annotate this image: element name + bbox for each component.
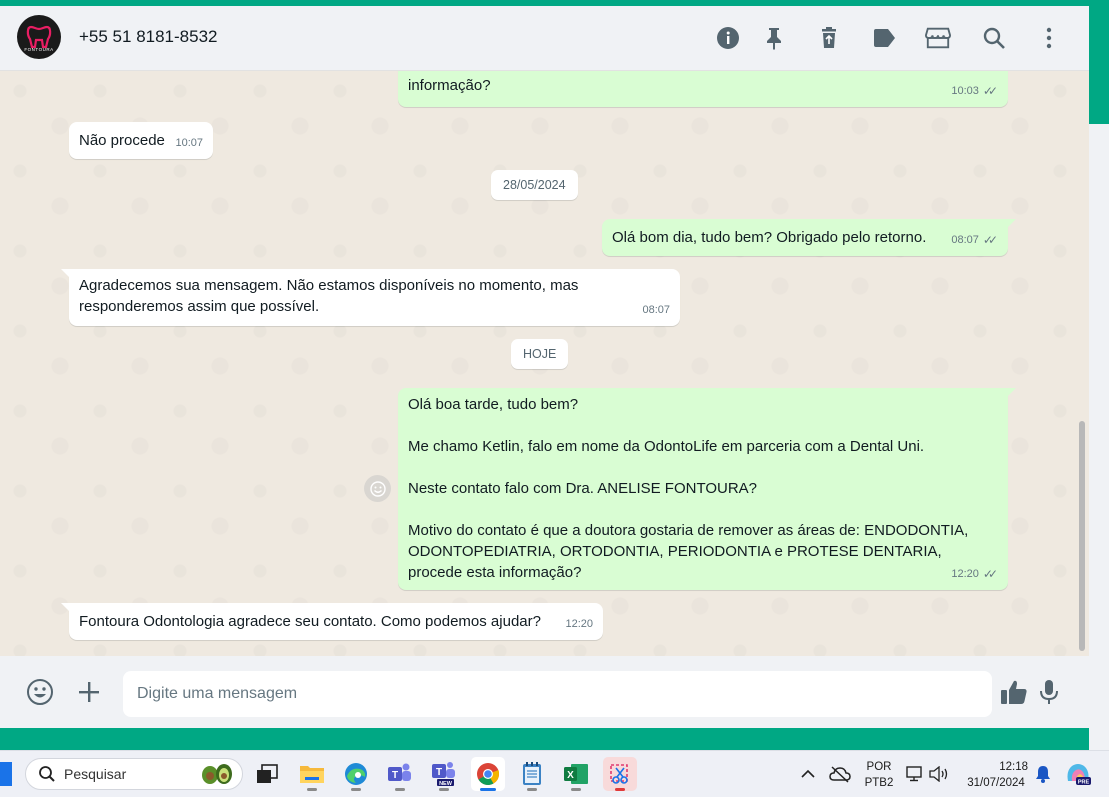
like-thumb-icon[interactable] xyxy=(1000,678,1028,706)
message-line: Motivo do contato é que a doutora gostar… xyxy=(408,522,969,581)
bubble-tail xyxy=(61,269,69,277)
reaction-emoji-icon[interactable] xyxy=(364,475,391,502)
svg-text:T: T xyxy=(436,767,442,778)
message-line: Olá boa tarde, tudo bem? xyxy=(408,396,579,413)
snipping-tool-icon[interactable] xyxy=(603,757,637,791)
teams-new-icon[interactable]: T NEW xyxy=(427,757,461,791)
taskbar-clock[interactable]: 12:18 31/07/2024 xyxy=(958,759,1034,791)
message-text: Agradecemos sua mensagem. Não estamos di… xyxy=(79,277,579,315)
message-time: 12:20 xyxy=(565,618,593,630)
message-outgoing[interactable]: Olá bom dia, tudo bem? Obrigado pelo ret… xyxy=(602,219,1016,256)
emoji-icon[interactable] xyxy=(26,678,54,706)
message-time: 10:03 ✓✓ xyxy=(951,81,998,102)
keyboard-layout: PTB2 xyxy=(864,777,894,789)
date-separator: 28/05/2024 xyxy=(491,170,578,200)
search-icon xyxy=(39,766,55,782)
pin-icon[interactable] xyxy=(761,25,787,51)
file-explorer-icon[interactable] xyxy=(295,757,329,791)
chrome-icon[interactable] xyxy=(471,757,505,791)
volume-icon[interactable] xyxy=(927,757,951,791)
svg-text:X: X xyxy=(567,770,574,781)
catalog-store-icon[interactable] xyxy=(925,25,951,51)
chat-scrollbar[interactable] xyxy=(1079,421,1085,651)
bubble-tail xyxy=(1008,219,1016,227)
read-ticks-icon: ✓✓ xyxy=(982,84,998,98)
edge-icon[interactable] xyxy=(339,757,373,791)
info-icon[interactable] xyxy=(715,25,741,51)
taskbar-search[interactable]: Pesquisar xyxy=(25,758,243,790)
window-edge-accent xyxy=(1089,6,1109,124)
message-incoming[interactable]: Fontoura Odontologia agradece seu contat… xyxy=(61,603,603,640)
message-text: Olá bom dia, tudo bem? Obrigado pelo ret… xyxy=(612,229,927,246)
message-text: Fontoura Odontologia agradece seu contat… xyxy=(79,613,541,630)
teams-icon[interactable]: T xyxy=(383,757,417,791)
search-icon[interactable] xyxy=(981,25,1007,51)
message-time: 08:07 ✓✓ xyxy=(951,230,998,251)
avatar-text: FONTOURA xyxy=(24,46,54,52)
onedrive-offline-icon[interactable] xyxy=(826,757,854,791)
windows-taskbar: Pesquisar T T NEW X POR PTB2 12:18 31/07… xyxy=(0,750,1109,797)
avocado-search-highlight-icon xyxy=(202,764,232,784)
message-outgoing[interactable]: Olá boa tarde, tudo bem? Me chamo Ketlin… xyxy=(398,388,1016,590)
message-time: 10:07 xyxy=(175,137,203,149)
search-label: Pesquisar xyxy=(64,766,127,782)
bubble-tail xyxy=(1008,388,1016,396)
notification-bell-icon[interactable] xyxy=(1032,757,1054,791)
window-edge xyxy=(1089,124,1109,750)
message-incoming[interactable]: Não procede 10:07 xyxy=(69,122,213,159)
copilot-pre-badge: PRE xyxy=(1078,780,1090,786)
chat-header: FONTOURA +55 51 8181-8532 xyxy=(0,6,1089,71)
chat-messages-area[interactable]: informação? 10:03 ✓✓ Não procede 10:07 28… xyxy=(0,71,1089,656)
network-monitor-icon[interactable] xyxy=(904,757,926,791)
message-time: 12:20 ✓✓ xyxy=(951,564,998,585)
menu-dots-icon[interactable] xyxy=(1036,25,1062,51)
clock-date: 31/07/2024 xyxy=(967,777,1025,789)
contact-name[interactable]: +55 51 8181-8532 xyxy=(79,27,218,47)
message-text: informação? xyxy=(408,77,491,94)
message-input[interactable] xyxy=(123,671,992,717)
read-ticks-icon: ✓✓ xyxy=(982,567,998,581)
label-icon[interactable] xyxy=(871,25,897,51)
bubble-tail xyxy=(61,603,69,611)
show-hidden-icons-chevron-icon[interactable] xyxy=(795,757,821,791)
notepad-icon[interactable] xyxy=(515,757,549,791)
message-line: Me chamo Ketlin, falo em nome da OdontoL… xyxy=(408,438,925,455)
teams-new-badge: NEW xyxy=(439,781,453,787)
attach-plus-icon[interactable] xyxy=(75,678,103,706)
task-view-icon[interactable] xyxy=(250,757,284,791)
avatar[interactable]: FONTOURA xyxy=(17,15,61,59)
date-separator: HOJE xyxy=(511,339,569,369)
copilot-icon[interactable]: PRE xyxy=(1062,757,1094,791)
delete-icon[interactable] xyxy=(816,25,842,51)
clock-time: 12:18 xyxy=(999,761,1028,773)
message-line: Neste contato falo com Dra. ANELISE FONT… xyxy=(408,480,758,497)
message-composer xyxy=(0,656,1089,728)
svg-text:T: T xyxy=(392,770,398,781)
whatsapp-window: FONTOURA +55 51 8181-8532 informação? 10… xyxy=(0,6,1089,728)
tooth-logo-icon xyxy=(26,25,52,48)
message-incoming[interactable]: Agradecemos sua mensagem. Não estamos di… xyxy=(61,269,680,326)
microphone-icon[interactable] xyxy=(1035,678,1063,706)
message-time: 08:07 xyxy=(642,304,670,316)
start-windows-icon[interactable] xyxy=(0,762,12,786)
input-language-indicator[interactable]: POR PTB2 xyxy=(862,759,896,791)
read-ticks-icon: ✓✓ xyxy=(982,233,998,247)
excel-icon[interactable]: X xyxy=(559,757,593,791)
message-outgoing[interactable]: informação? 10:03 ✓✓ xyxy=(398,71,1008,107)
language-code: POR xyxy=(866,761,892,773)
